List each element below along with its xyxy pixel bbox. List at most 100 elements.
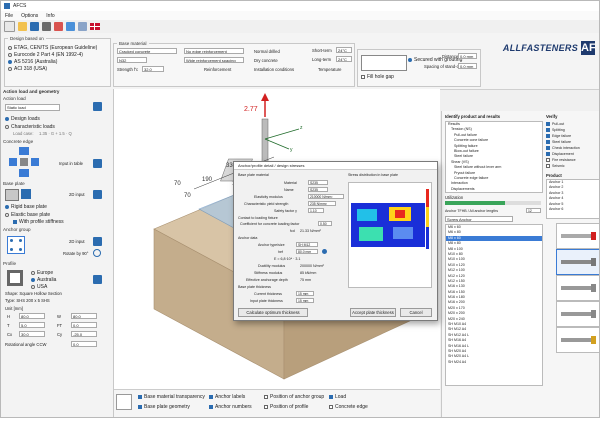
hef-input[interactable]: 80.0 mm	[296, 249, 318, 254]
profile-option-australia[interactable]: Australia	[31, 276, 56, 283]
rigid-base-plate-option[interactable]: Rigid base plate	[5, 203, 47, 210]
yield-strength-input[interactable]: 235 N/mm²	[308, 201, 336, 206]
current-thickness-label: Current thickness	[254, 292, 282, 296]
view-option-6[interactable]: Position of profile	[264, 404, 308, 410]
anchor-thumbnail-4[interactable]	[556, 301, 599, 327]
strength-input[interactable]: 32.0	[142, 66, 164, 72]
short-term-input[interactable]: 24°C	[336, 47, 352, 53]
dim-ft-input[interactable]: 0.0	[71, 322, 97, 328]
dim-cy-input[interactable]: -25.0	[71, 331, 97, 337]
contact-coefficient-input[interactable]: 0.50	[318, 221, 332, 226]
view-option-2[interactable]: Position of anchor group	[264, 394, 324, 400]
new-file-icon[interactable]	[4, 21, 15, 32]
characteristic-loads-option[interactable]: Characteristic loads	[5, 123, 55, 130]
material-select[interactable]: Cracked concrete	[117, 48, 177, 54]
anchor-thumbnail-3[interactable]	[556, 275, 599, 301]
long-term-input[interactable]: 24°C	[336, 56, 352, 62]
current-thickness-input[interactable]: 15 mm	[296, 291, 314, 296]
edge-reinforcement-select[interactable]: No edge reinforcement	[184, 48, 244, 54]
menu-options[interactable]: Options	[21, 13, 38, 19]
anchor-thumbnail-5[interactable]	[556, 327, 599, 353]
product-list[interactable]: Anchor 1 Anchor 2 Anchor 3 Anchor 4 Anch…	[546, 179, 599, 219]
calculator-icon[interactable]	[78, 22, 87, 31]
rotate-icon[interactable]	[93, 249, 101, 257]
radio-icon	[31, 270, 35, 275]
required-thickness-input[interactable]: 15 mm	[296, 298, 314, 303]
profile-edit-icon[interactable]	[93, 275, 102, 284]
profile-shape-icon[interactable]	[7, 270, 23, 286]
pdf-icon[interactable]	[54, 22, 63, 31]
dim-cx-input[interactable]: 30.0	[19, 331, 45, 337]
language-flag-icon[interactable]	[90, 23, 100, 30]
dim-w-input[interactable]: 80.0	[71, 313, 97, 319]
radio-icon	[8, 52, 12, 57]
anchor-thumbnail-1[interactable]	[556, 223, 599, 249]
radio-selected-icon	[5, 204, 9, 209]
window-title: AFCS	[13, 3, 27, 9]
info-icon[interactable]	[322, 249, 327, 254]
rotational-angle-input[interactable]: 0.0	[71, 341, 97, 347]
elastic-base-plate-option[interactable]: Elastic base plate	[5, 211, 50, 218]
dialog-section-thickness: Base plate thickness	[238, 285, 271, 289]
installation-conditions-label: Installation conditions	[254, 67, 295, 72]
table-edit-icon[interactable]	[93, 159, 102, 168]
fill-hole-gap-checkbox[interactable]: Fill hole gap	[361, 74, 394, 80]
cancel-button[interactable]: Cancel	[400, 308, 432, 317]
standard-option-en1992[interactable]: Eurocode 2 Part 4 (EN 1992-4)	[8, 51, 97, 58]
verify-check[interactable]: Seismic	[546, 163, 598, 169]
stand-off-input[interactable]: 0.0 mm	[458, 63, 477, 69]
standard-option-as5216[interactable]: AS 5216 (Australia)	[8, 58, 97, 65]
view-option-3[interactable]: Load	[329, 394, 346, 400]
anchor-size-list[interactable]: M6 x 60 M6 x 80 M8 x 60 M8 x 80 M8 x 100…	[445, 224, 543, 386]
dim-h-input[interactable]: 80.0	[19, 313, 45, 319]
list-item[interactable]: Anchor 6	[547, 207, 599, 212]
results-tree[interactable]: Results Tension (NS) Pull-out failure Co…	[445, 121, 543, 193]
save-icon[interactable]	[30, 22, 39, 31]
strength-class-select[interactable]: N32	[117, 57, 147, 63]
material-select[interactable]: S235	[308, 180, 328, 185]
distance-input[interactable]: 0.0 mm	[458, 53, 477, 59]
checkbox-checked-icon	[546, 134, 550, 138]
profile-option-usa[interactable]: USA	[31, 283, 47, 290]
action-load-select[interactable]: Static load	[5, 104, 60, 111]
edit-load-icon[interactable]	[93, 102, 102, 111]
checkbox-checked-icon	[546, 122, 550, 126]
info-icon[interactable]	[66, 22, 75, 31]
anchor-type-select[interactable]: Screw Anchor	[445, 216, 513, 222]
design-loads-option[interactable]: Design loads	[5, 115, 40, 122]
tree-item[interactable]: Displacements	[446, 187, 542, 192]
wide-reinforcement-select[interactable]: Wide reinforcement spacing	[184, 57, 244, 63]
required-thickness-label: Input plate thickness	[250, 299, 283, 303]
brand-logo: ALLFASTENERS AF	[503, 41, 596, 55]
menu-file[interactable]: File	[5, 13, 13, 19]
view-option-5[interactable]: Anchor numbers	[209, 404, 252, 410]
standard-option-etag[interactable]: ETAG, CEN/TS (European Guideline)	[8, 44, 97, 51]
elasticity-input[interactable]: 210000 N/mm²	[308, 194, 344, 199]
name-input[interactable]: S235	[308, 187, 328, 192]
view-option-0[interactable]: Base material transparency	[138, 394, 205, 400]
view-option-7[interactable]: Concrete edge	[329, 404, 368, 410]
anchor-group-pattern-icon[interactable]	[7, 236, 25, 254]
accept-thickness-button[interactable]: Accept plate thickness	[350, 308, 396, 317]
profile-option-europe[interactable]: Europe	[31, 269, 53, 276]
anchor-filter-input[interactable]: 12	[526, 208, 541, 213]
calculate-thickness-button[interactable]: Calculate optimum thickness	[238, 308, 308, 317]
dim-t-input[interactable]: 5.0	[19, 322, 45, 328]
view-option-1[interactable]: Anchor labels	[209, 394, 245, 400]
safety-factor-input[interactable]: 1.10	[308, 208, 324, 213]
anchor-thumbnail-2[interactable]	[556, 249, 599, 275]
concrete-edge-selector[interactable]	[9, 147, 39, 177]
view-reset-icon[interactable]	[116, 394, 132, 410]
anchor-edit-icon[interactable]	[93, 237, 102, 246]
open-folder-icon[interactable]	[18, 22, 27, 31]
menu-info[interactable]: Info	[46, 13, 54, 19]
base-plate-edit-icon[interactable]	[93, 190, 102, 199]
list-item[interactable]: SH M24 A4	[446, 360, 542, 365]
standard-option-aci318[interactable]: ACI 318 (USA)	[8, 65, 97, 72]
print-icon[interactable]	[42, 22, 51, 31]
profile-stiffness-checkbox[interactable]: With profile stiffness	[13, 219, 64, 225]
anchor-type-input[interactable]: SH M12	[296, 242, 318, 247]
base-plate-3d-icon[interactable]	[5, 189, 19, 201]
view-option-4[interactable]: Base plate geometry	[138, 404, 190, 410]
base-plate-settings-icon[interactable]	[21, 189, 31, 199]
